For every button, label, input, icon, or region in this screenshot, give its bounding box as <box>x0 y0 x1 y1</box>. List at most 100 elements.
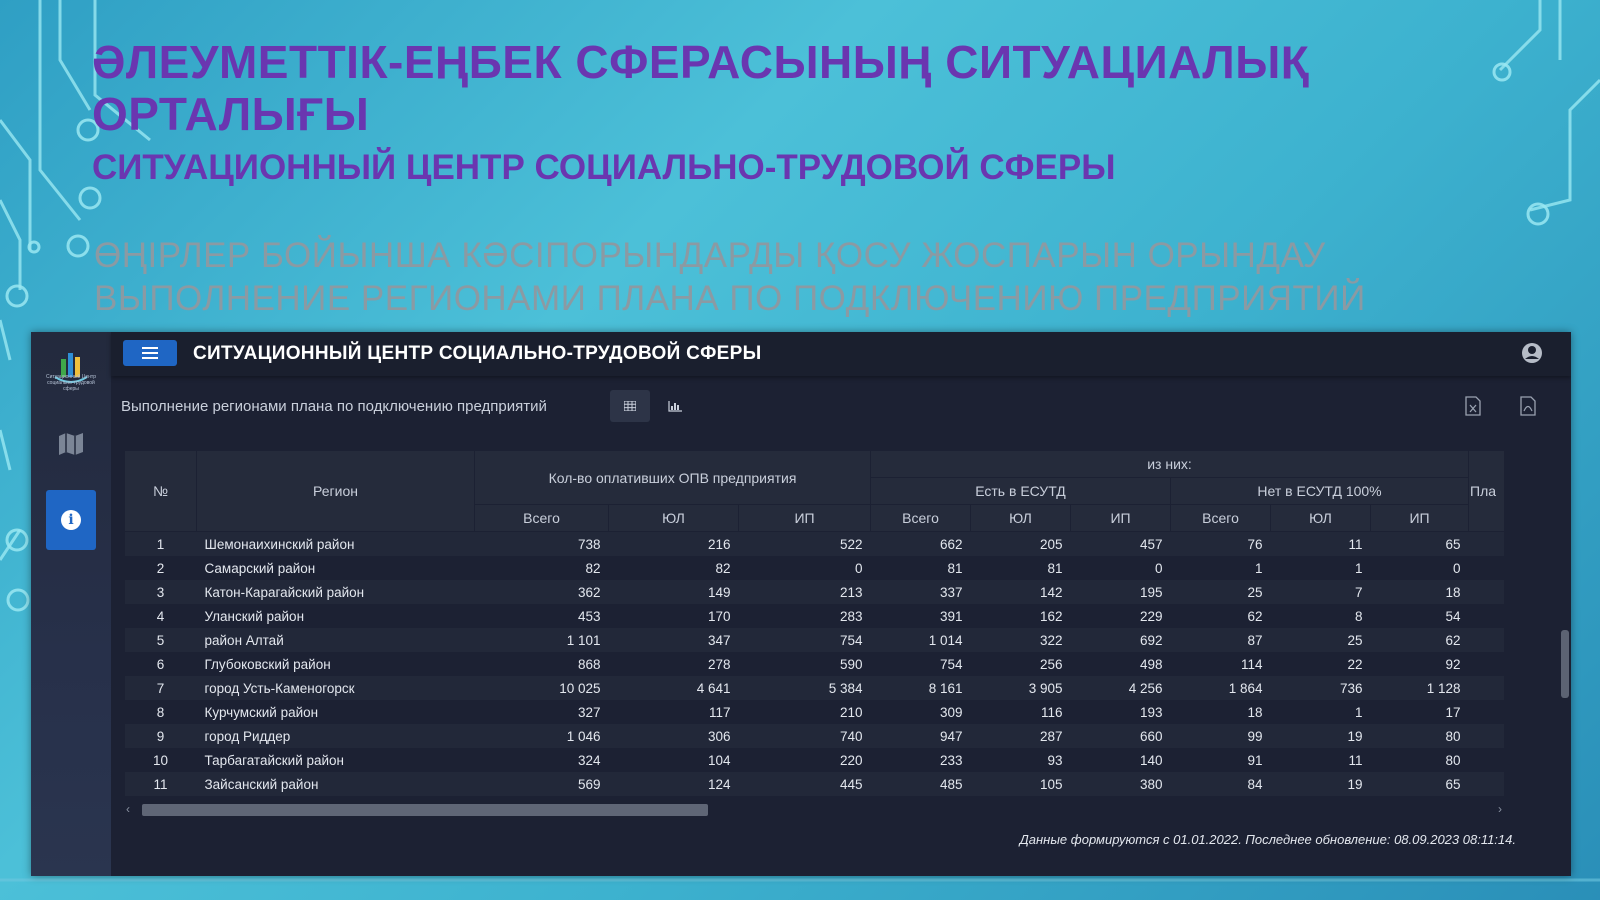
menu-button[interactable] <box>123 340 177 366</box>
info-icon: i <box>61 510 81 530</box>
cell-plan <box>1468 724 1504 748</box>
table-row: 5 район Алтай 1 101 347 754 1 014 322 692 87 25 62 <box>124 628 1504 652</box>
cell-y: 4 641 <box>608 676 739 700</box>
cell-i: 522 <box>738 531 871 556</box>
user-circle-icon[interactable] <box>1521 342 1543 364</box>
cell-et: 81 <box>870 556 971 580</box>
header-yl: ЮЛ <box>608 504 739 532</box>
table-row: 8 Курчумский район 327 117 210 309 116 193 18 1 17 <box>124 700 1504 724</box>
cell-i: 754 <box>738 628 871 652</box>
cell-nt: 87 <box>1170 628 1271 652</box>
table-view-button[interactable] <box>610 390 650 422</box>
cell-i: 220 <box>738 748 871 772</box>
cell-ny: 11 <box>1270 748 1371 772</box>
scroll-right-icon[interactable]: › <box>1498 802 1502 816</box>
cell-i: 210 <box>738 700 871 724</box>
header-ip: ИП <box>1369 504 1470 532</box>
cell-ei: 4 256 <box>1070 676 1171 700</box>
region-name: город Усть-Каменогорск <box>196 676 475 700</box>
cell-et: 233 <box>870 748 971 772</box>
cell-plan <box>1468 531 1504 556</box>
cell-ey: 287 <box>970 724 1071 748</box>
cell-ny: 11 <box>1270 531 1371 556</box>
cell-ei: 229 <box>1070 604 1171 628</box>
cell-plan <box>1468 580 1504 604</box>
row-number: 11 <box>124 772 197 796</box>
cell-plan <box>1468 556 1504 580</box>
cell-ey: 256 <box>970 652 1071 676</box>
header-paid-group: Кол-во оплативших ОПВ предприятия <box>474 450 871 505</box>
cell-y: 82 <box>608 556 739 580</box>
cell-y: 347 <box>608 628 739 652</box>
cell-ni: 0 <box>1370 556 1469 580</box>
cell-et: 1 014 <box>870 628 971 652</box>
cell-ey: 93 <box>970 748 1071 772</box>
sidebar-item-map[interactable] <box>57 432 85 461</box>
region-name: Катон-Карагайский район <box>196 580 475 604</box>
report-table-container[interactable]: № Регион Кол-во оплативших ОПВ предприят… <box>124 450 1504 796</box>
cell-et: 309 <box>870 700 971 724</box>
bar-chart-icon <box>668 400 682 412</box>
row-number: 9 <box>124 724 197 748</box>
cell-ni: 17 <box>1370 700 1469 724</box>
excel-file-icon[interactable] <box>1465 396 1481 416</box>
sidebar: Ситуационный Центр социально-трудовой сф… <box>31 332 111 876</box>
cell-ey: 322 <box>970 628 1071 652</box>
header-total: Всего <box>1170 504 1271 532</box>
cell-t: 1 046 <box>474 724 609 748</box>
header-yl: ЮЛ <box>1270 504 1371 532</box>
table-body: 1 Шемонаихинский район 738 216 522 662 205 457 7… <box>124 531 1504 796</box>
cell-ni: 18 <box>1370 580 1469 604</box>
horizontal-scrollbar[interactable]: ‹ › <box>124 802 1504 818</box>
cell-t: 10 025 <box>474 676 609 700</box>
cell-et: 337 <box>870 580 971 604</box>
header-in-esutd: Есть в ЕСУТД <box>870 477 1171 505</box>
cell-ny: 19 <box>1270 772 1371 796</box>
cell-ni: 54 <box>1370 604 1469 628</box>
chart-view-button[interactable] <box>659 390 691 422</box>
cell-ni: 65 <box>1370 531 1469 556</box>
scroll-left-icon[interactable]: ‹ <box>126 802 130 816</box>
sidebar-item-info[interactable]: i <box>46 490 96 550</box>
cell-ei: 193 <box>1070 700 1171 724</box>
row-number: 4 <box>124 604 197 628</box>
cell-plan <box>1468 604 1504 628</box>
hamburger-icon <box>142 347 158 349</box>
table-row: 2 Самарский район 82 82 0 81 81 0 1 1 0 <box>124 556 1504 580</box>
vertical-scrollbar[interactable] <box>1561 630 1569 698</box>
pdf-file-icon[interactable] <box>1520 396 1536 416</box>
horizontal-scrollbar-thumb[interactable] <box>142 804 708 816</box>
cell-y: 117 <box>608 700 739 724</box>
cell-nt: 91 <box>1170 748 1271 772</box>
cell-ei: 692 <box>1070 628 1171 652</box>
region-name: город Риддер <box>196 724 475 748</box>
cell-ny: 1 <box>1270 556 1371 580</box>
cell-ei: 457 <box>1070 531 1171 556</box>
data-update-note: Данные формируются с 01.01.2022. Последн… <box>1019 832 1516 847</box>
cell-ni: 65 <box>1370 772 1469 796</box>
region-name: район Алтай <box>196 628 475 652</box>
region-name: Уланский район <box>196 604 475 628</box>
cell-ei: 498 <box>1070 652 1171 676</box>
row-number: 5 <box>124 628 197 652</box>
region-name: Глубоковский район <box>196 652 475 676</box>
table-row: 6 Глубоковский район 868 278 590 754 256 498 114… <box>124 652 1504 676</box>
cell-et: 391 <box>870 604 971 628</box>
table-row: 9 город Риддер 1 046 306 740 947 287 660 99 19 80 <box>124 724 1504 748</box>
cell-ni: 1 128 <box>1370 676 1469 700</box>
cell-ni: 62 <box>1370 628 1469 652</box>
cell-t: 868 <box>474 652 609 676</box>
cell-nt: 1 <box>1170 556 1271 580</box>
cell-nt: 1 864 <box>1170 676 1271 700</box>
cell-ei: 660 <box>1070 724 1171 748</box>
report-title: Выполнение регионами плана по подключени… <box>121 398 547 415</box>
app-window: Ситуационный Центр социально-трудовой сф… <box>31 332 1571 876</box>
cell-ny: 19 <box>1270 724 1371 748</box>
cell-ni: 92 <box>1370 652 1469 676</box>
cell-nt: 114 <box>1170 652 1271 676</box>
slide-subtitle-ru: ВЫПОЛНЕНИЕ РЕГИОНАМИ ПЛАНА ПО ПОДКЛЮЧЕНИ… <box>94 279 1366 318</box>
cell-nt: 25 <box>1170 580 1271 604</box>
cell-et: 662 <box>870 531 971 556</box>
table-row: 3 Катон-Карагайский район 362 149 213 337 142 1… <box>124 580 1504 604</box>
cell-y: 306 <box>608 724 739 748</box>
